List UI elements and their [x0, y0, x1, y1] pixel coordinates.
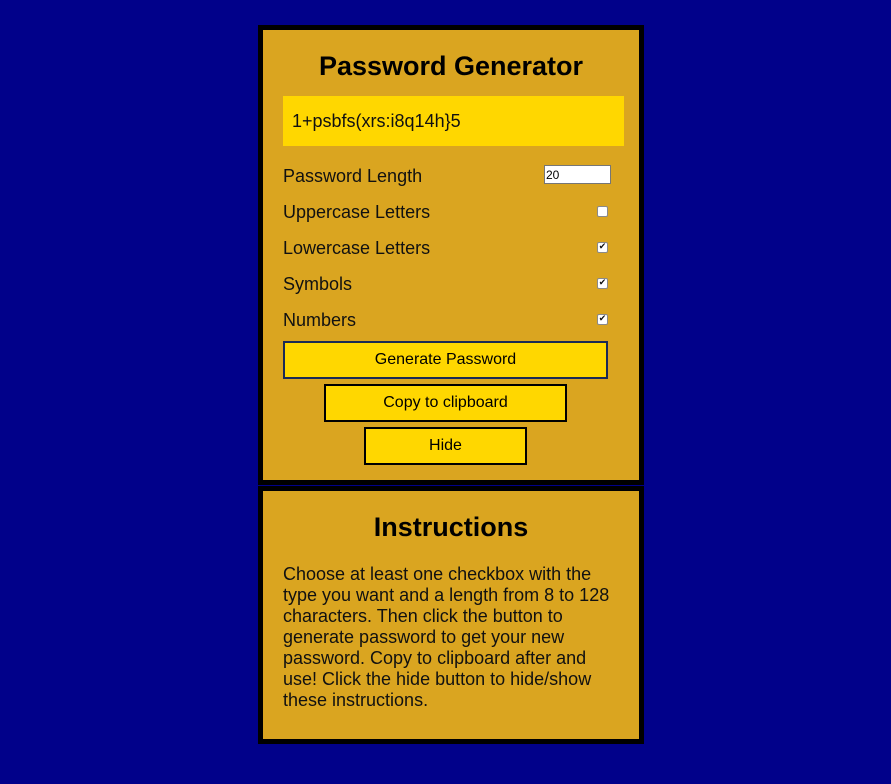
password-length-input[interactable] — [544, 165, 611, 184]
option-numbers: Numbers ✔ — [283, 308, 608, 332]
option-lowercase: Lowercase Letters ✔ — [283, 236, 608, 260]
option-password-length: Password Length — [283, 164, 611, 188]
symbols-label: Symbols — [283, 274, 353, 294]
numbers-label: Numbers — [283, 310, 357, 330]
instructions-text: Choose at least one checkbox with the ty… — [283, 564, 610, 710]
uppercase-checkbox[interactable] — [597, 206, 608, 217]
hide-button[interactable]: Hide — [364, 427, 527, 465]
password-length-label: Password Length — [283, 166, 423, 186]
uppercase-label: Uppercase Letters — [283, 202, 431, 222]
generator-title: Password Generator — [318, 51, 584, 81]
password-generator-panel: Password Generator 1+psbfs(xrs:i8q14h}5 … — [258, 25, 644, 485]
password-display[interactable]: 1+psbfs(xrs:i8q14h}5 — [283, 96, 624, 146]
option-uppercase: Uppercase Letters — [283, 200, 608, 224]
option-symbols: Symbols ✔ — [283, 272, 608, 296]
instructions-panel: Instructions Choose at least one checkbo… — [258, 486, 644, 744]
lowercase-checkbox[interactable]: ✔ — [597, 242, 608, 253]
instructions-title: Instructions — [373, 512, 529, 542]
copy-to-clipboard-button[interactable]: Copy to clipboard — [324, 384, 567, 422]
numbers-checkbox[interactable]: ✔ — [597, 314, 608, 325]
symbols-checkbox[interactable]: ✔ — [597, 278, 608, 289]
lowercase-label: Lowercase Letters — [283, 238, 431, 258]
generate-password-button[interactable]: Generate Password — [283, 341, 608, 379]
